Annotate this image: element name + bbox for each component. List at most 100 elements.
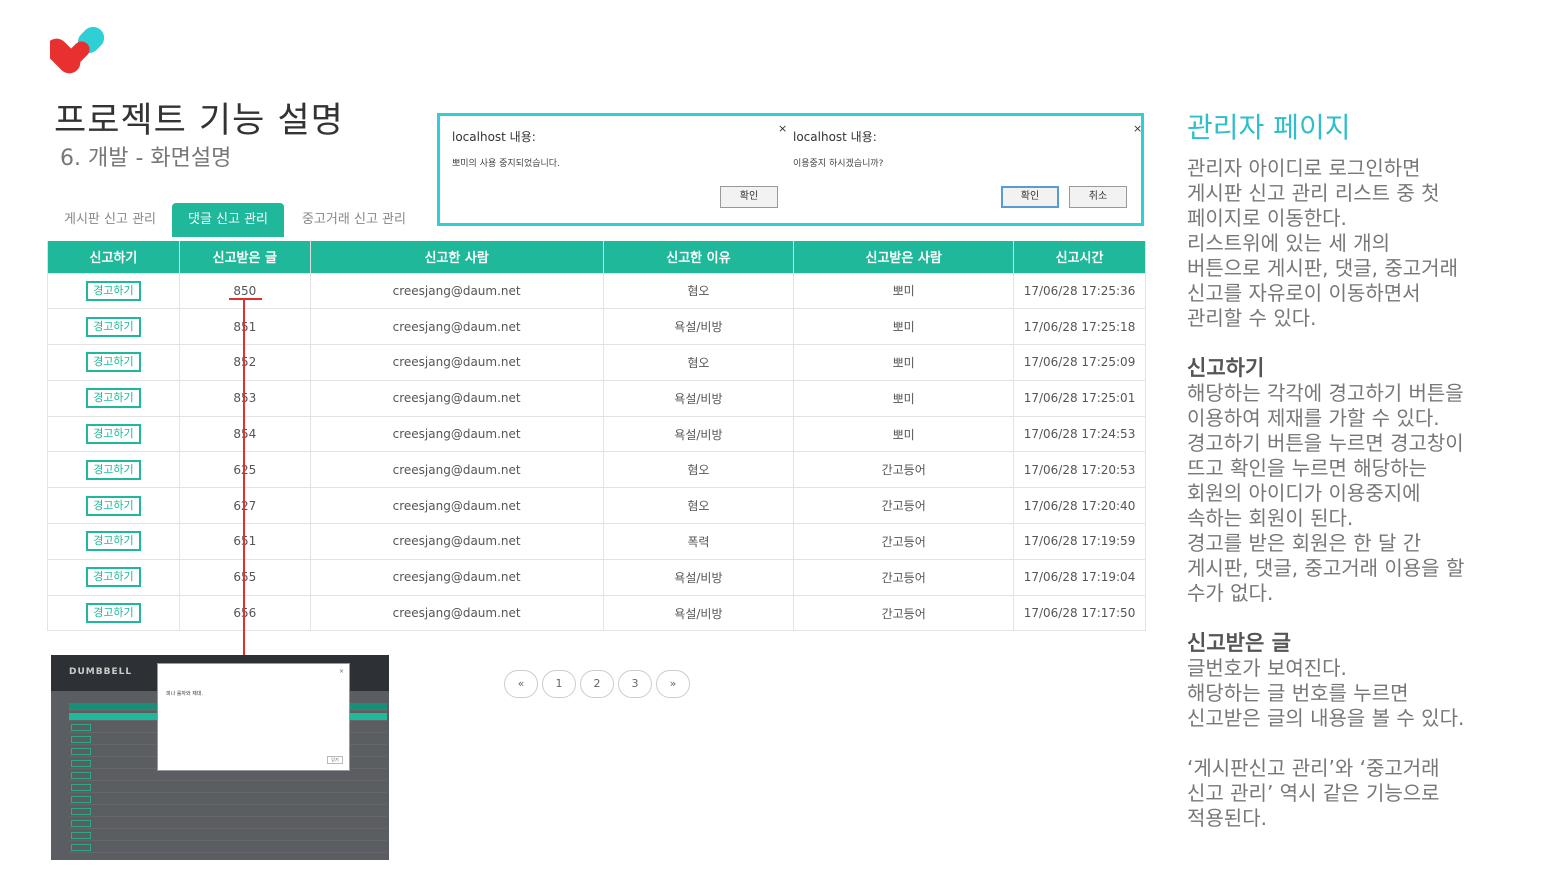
time-cell: 17/06/28 17:25:09 [1013, 344, 1146, 381]
warn-button[interactable]: 경고하기 [86, 495, 141, 516]
close-icon[interactable]: × [1133, 122, 1142, 135]
warn-button[interactable]: 경고하기 [86, 603, 141, 624]
dialog-ok-button[interactable]: 확인 [720, 186, 778, 208]
heart-logo-icon [50, 26, 105, 74]
col-header-time: 신고시간 [1013, 241, 1146, 273]
dialog-cancel-button[interactable]: 취소 [1069, 186, 1127, 208]
target-cell: 간고등어 [793, 594, 1015, 632]
table-header-row: 신고하기 신고받은 글 신고한 사람 신고한 이유 신고받은 사람 신고시간 [47, 241, 1146, 273]
section2-line: 글번호가 보여진다. [1187, 656, 1347, 680]
time-cell: 17/06/28 17:25:18 [1013, 308, 1146, 346]
note-line: ‘게시판신고 관리’와 ‘중고거래 [1187, 756, 1440, 780]
reporter-cell: creesjang@daum.net [309, 451, 604, 489]
warn-button[interactable]: 경고하기 [86, 280, 141, 301]
reporter-cell: creesjang@daum.net [309, 272, 604, 310]
section-title-warn: 신고하기 [1187, 356, 1265, 380]
slide-subtitle: 6. 개발 - 화면설명 [60, 146, 232, 171]
tab-board-report[interactable]: 게시판 신고 관리 [52, 203, 168, 237]
dialog-message: 이용중지 하시겠습니까? [793, 159, 884, 169]
page-2-button[interactable]: 2 [580, 670, 614, 698]
reporter-cell: creesjang@daum.net [309, 308, 604, 346]
time-cell: 17/06/28 17:20:40 [1013, 487, 1146, 525]
mini-warn-button [71, 844, 91, 851]
reporter-cell: creesjang@daum.net [309, 523, 604, 560]
reporter-cell: creesjang@daum.net [309, 487, 604, 525]
section1-line: 경고를 받은 회원은 한 달 간 [1187, 531, 1422, 555]
note-line: 적용된다. [1187, 806, 1267, 830]
warn-button[interactable]: 경고하기 [86, 352, 141, 373]
dialog-ok-button[interactable]: 확인 [1001, 186, 1059, 208]
mini-table-row [69, 843, 387, 853]
intro-line: 게시판 신고 관리 리스트 중 첫 [1187, 181, 1440, 205]
panel-heading: 관리자 페이지 [1187, 111, 1351, 144]
mini-table-row [69, 795, 387, 805]
section1-line: 해당하는 각각에 경고하기 버튼을 [1187, 381, 1464, 405]
alert-dialogs-panel: localhost 내용: 뽀미의 사용 중지되었습니다. × 확인 local… [437, 113, 1144, 226]
reason-cell: 욕설/비방 [602, 379, 795, 417]
mini-table-row [69, 771, 387, 781]
section2-line: 해당하는 글 번호를 누르면 [1187, 681, 1409, 705]
table-row: 경고하기 655 creesjang@daum.net 욕설/비방 간고등어 1… [47, 558, 1146, 596]
section1-line: 회원의 아이디가 이용중지에 [1187, 481, 1421, 505]
time-cell: 17/06/28 17:17:50 [1013, 594, 1146, 632]
close-icon: × [338, 668, 344, 675]
reporter-cell: creesjang@daum.net [309, 415, 604, 453]
tab-trade-report[interactable]: 중고거래 신고 관리 [290, 203, 418, 237]
reason-cell: 폭력 [602, 523, 795, 560]
warn-button[interactable]: 경고하기 [86, 459, 141, 480]
mini-warn-button [71, 760, 91, 767]
page-next-button[interactable]: » [656, 670, 690, 698]
note-line: 신고 관리’ 역시 같은 기능으로 [1187, 781, 1440, 805]
intro-line: 리스트위에 있는 세 개의 [1187, 231, 1391, 255]
target-cell: 뽀미 [793, 308, 1015, 346]
mini-warn-button [71, 724, 91, 731]
reporter-cell: creesjang@daum.net [309, 344, 604, 381]
mini-warn-button [71, 808, 91, 815]
col-header-warn: 신고하기 [47, 241, 180, 273]
target-cell: 간고등어 [793, 523, 1015, 560]
annotation-arrow-line [243, 299, 245, 657]
page-3-button[interactable]: 3 [618, 670, 652, 698]
table-row: 경고하기 854 creesjang@daum.net 욕설/비방 뽀미 17/… [47, 415, 1146, 453]
mini-popup-close-button: 닫기 [327, 756, 343, 764]
intro-line: 신고를 자유로이 이동하면서 [1187, 281, 1421, 305]
mini-logo: DUMBBELL [69, 667, 133, 677]
target-cell: 간고등어 [793, 558, 1015, 596]
target-cell: 간고등어 [793, 487, 1015, 525]
section1-line: 경고하기 버튼을 누르면 경고창이 [1187, 431, 1464, 455]
mini-warn-button [71, 796, 91, 803]
mini-warn-button [71, 736, 91, 743]
dialog-title: localhost 내용: [793, 130, 877, 144]
explanation-panel: 관리자 페이지 관리자 아이디로 로그인하면 게시판 신고 관리 리스트 중 첫… [1187, 106, 1557, 831]
page-1-button[interactable]: 1 [542, 670, 576, 698]
time-cell: 17/06/28 17:19:59 [1013, 523, 1146, 560]
tab-comment-report[interactable]: 댓글 신고 관리 [172, 203, 284, 237]
mini-popup-text: 피나 롤자와 재대. [166, 691, 203, 697]
reason-cell: 혐오 [602, 272, 795, 310]
dialog-message: 뽀미의 사용 중지되었습니다. [452, 159, 560, 169]
warn-button[interactable]: 경고하기 [86, 567, 141, 588]
mini-post-popup: × 피나 롤자와 재대. 닫기 [157, 663, 350, 771]
warn-button[interactable]: 경고하기 [86, 316, 141, 337]
warn-button[interactable]: 경고하기 [86, 388, 141, 409]
confirm-dialog-suspend: localhost 내용: 이용중지 하시겠습니까? × 확인 취소 [781, 116, 1142, 223]
report-table: 신고하기 신고받은 글 신고한 사람 신고한 이유 신고받은 사람 신고시간 경… [47, 241, 1146, 632]
mini-warn-button [71, 748, 91, 755]
dialog-title: localhost 내용: [452, 130, 536, 144]
mini-table-row [69, 807, 387, 817]
warn-button[interactable]: 경고하기 [86, 531, 141, 552]
page-prev-button[interactable]: « [504, 670, 538, 698]
section1-line: 속하는 회원이 된다. [1187, 506, 1354, 530]
warn-button[interactable]: 경고하기 [86, 424, 141, 445]
table-row: 경고하기 853 creesjang@daum.net 욕설/비방 뽀미 17/… [47, 379, 1146, 417]
table-row: 경고하기 627 creesjang@daum.net 혐오 간고등어 17/0… [47, 487, 1146, 525]
annotation-underline [229, 298, 262, 300]
col-header-target: 신고받은 사람 [793, 241, 1015, 273]
section1-line: 이용하여 제재를 가할 수 있다. [1187, 406, 1440, 430]
table-row: 경고하기 625 creesjang@daum.net 혐오 간고등어 17/0… [47, 451, 1146, 489]
target-cell: 뽀미 [793, 272, 1015, 310]
intro-line: 관리자 아이디로 로그인하면 [1187, 156, 1421, 180]
table-row: 경고하기 851 creesjang@daum.net 욕설/비방 뽀미 17/… [47, 308, 1146, 346]
reason-cell: 혐오 [602, 344, 795, 381]
time-cell: 17/06/28 17:25:01 [1013, 379, 1146, 417]
